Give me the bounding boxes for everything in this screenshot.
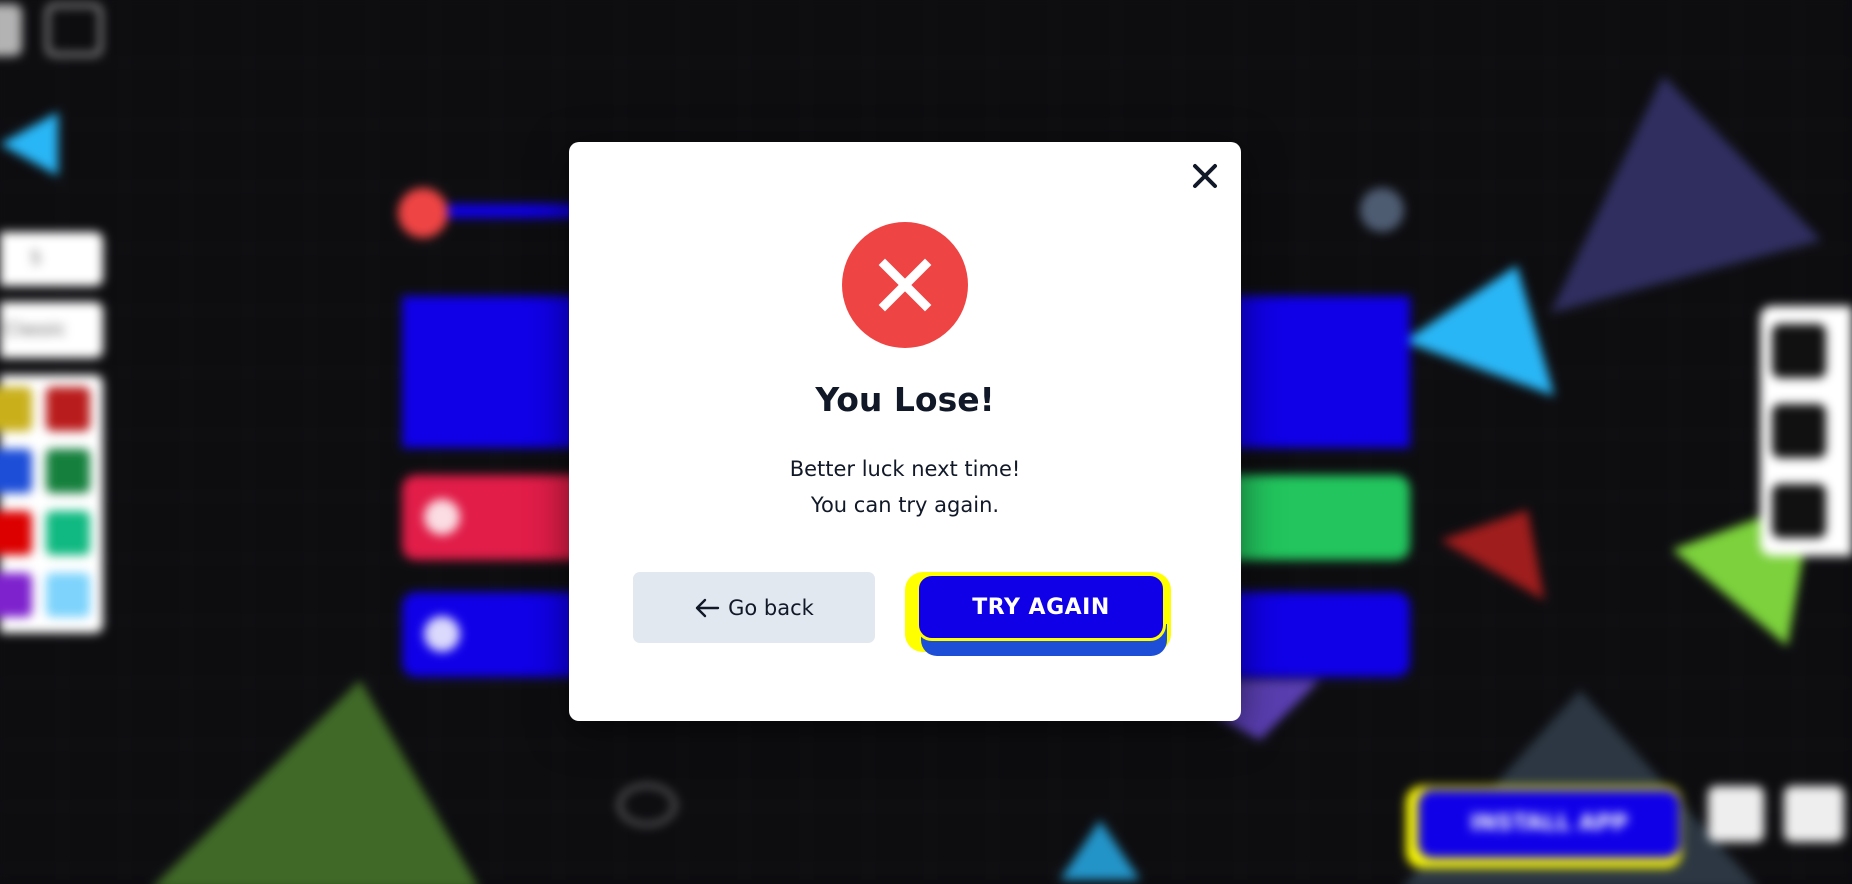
try-again-button[interactable]: TRY AGAIN [916, 573, 1166, 641]
mode-input-value: 5 [30, 248, 42, 269]
small-circle-right [1360, 188, 1404, 232]
result-message-line1: Better luck next time! [789, 457, 1021, 481]
color-palette-bg [0, 375, 103, 633]
red-triangle-right [1440, 479, 1580, 601]
right-tools-bg [1760, 306, 1852, 556]
x-mark-icon [878, 258, 932, 312]
swatch [46, 573, 90, 617]
decor-circle [618, 784, 676, 826]
game-screen: 5 Classic INSTALL APP You Lose! Better l… [0, 0, 1852, 884]
result-modal: You Lose! Better luck next time! You can… [569, 142, 1241, 721]
install-app-label: INSTALL APP [1470, 811, 1628, 836]
swatch [0, 573, 32, 617]
swatch [0, 511, 32, 555]
swatch [0, 449, 32, 493]
go-back-button[interactable]: Go back [633, 572, 875, 643]
close-icon [1193, 164, 1217, 188]
blue-shape-bottom [1060, 820, 1140, 880]
arrow-left-icon [695, 598, 720, 617]
red-ball [398, 188, 448, 238]
result-title: You Lose! [815, 380, 995, 419]
bottom-right-button-2 [1784, 786, 1844, 842]
top-left-button-bg [0, 4, 22, 56]
mode-select-bg: Classic [0, 302, 103, 358]
purple-shape-right [1498, 47, 1822, 313]
top-left-settings-bg [46, 4, 102, 56]
swatch [46, 387, 90, 431]
x-circle-icon [842, 222, 968, 348]
swatch [0, 387, 32, 431]
swatch [46, 449, 90, 493]
blue-line [448, 204, 588, 218]
result-message-line2: You can try again. [810, 493, 1000, 517]
mode-select-value: Classic [4, 319, 67, 340]
try-again-label: TRY AGAIN [972, 594, 1110, 620]
mode-input-bg: 5 [0, 232, 103, 286]
bottom-right-button-1 [1708, 786, 1764, 842]
close-button[interactable] [1187, 158, 1223, 194]
green-shape-left [150, 680, 480, 884]
swatch [46, 511, 90, 555]
go-back-label: Go back [728, 595, 814, 620]
install-app-label-bg: INSTALL APP [1418, 790, 1680, 858]
cyan-triangle-left [0, 112, 58, 176]
